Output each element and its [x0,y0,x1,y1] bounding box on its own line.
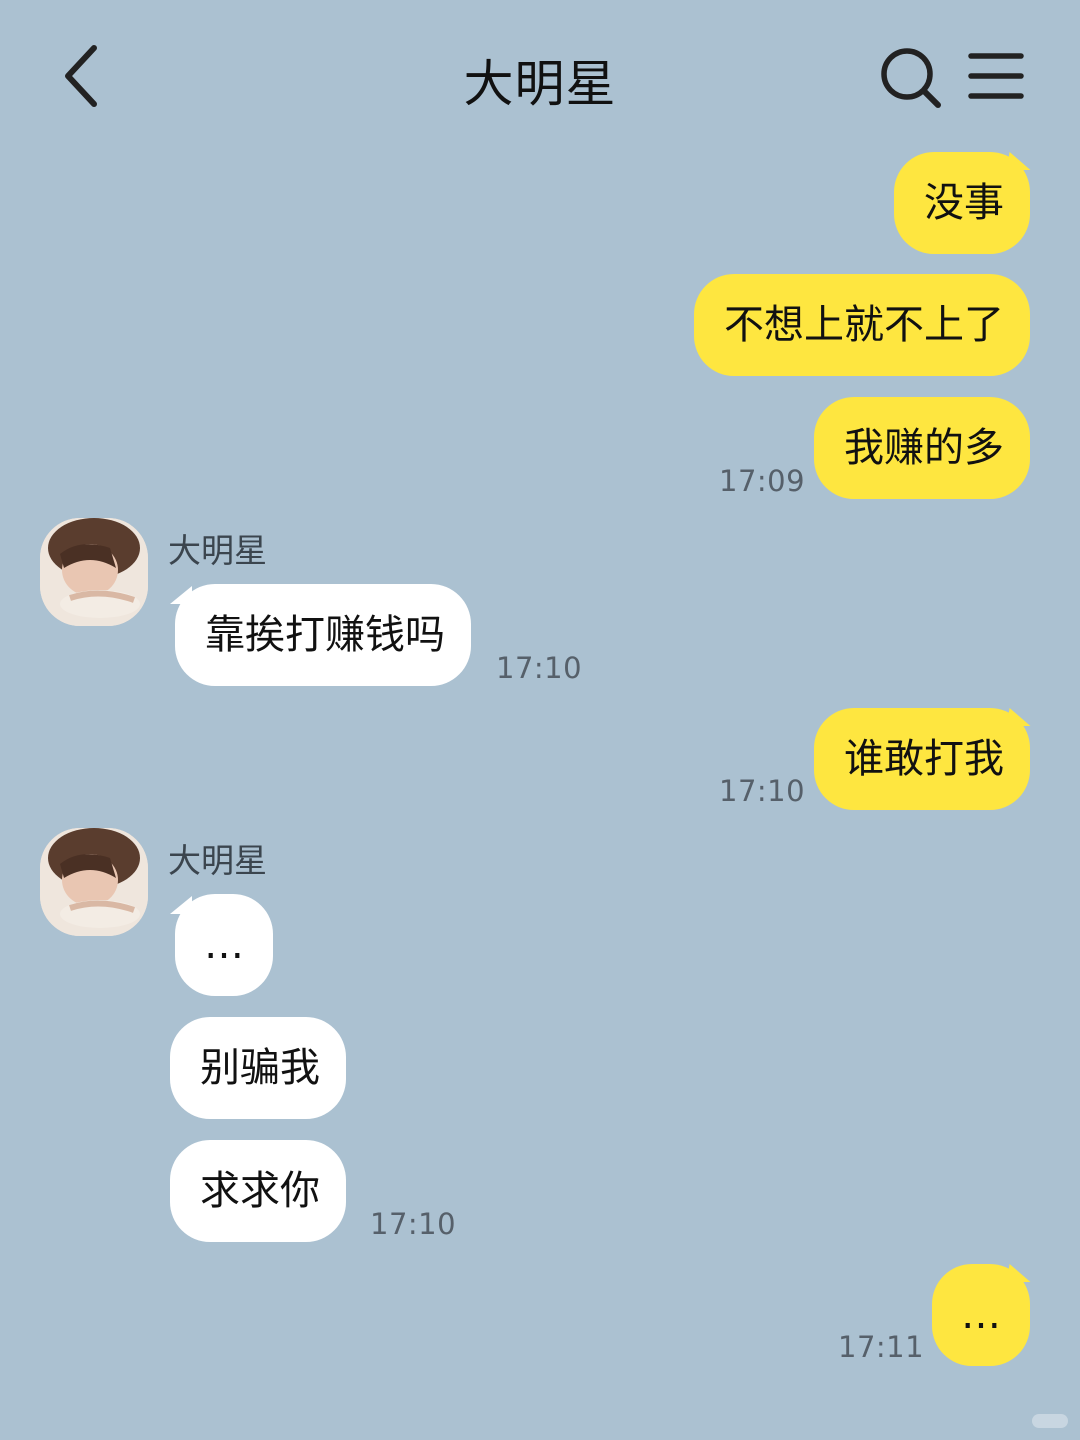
my-message-bubble[interactable]: 没事 [894,152,1030,254]
my-message-bubble[interactable]: 不想上就不上了 [694,274,1030,376]
avatar[interactable] [40,828,148,936]
message-timestamp: 17:10 [496,651,583,685]
sender-name: 大明星 [168,531,267,570]
message-text: 求求你 [200,1168,320,1214]
menu-button[interactable] [965,48,1027,108]
avatar-photo [40,518,148,626]
message-timestamp: 17:10 [370,1207,457,1241]
my-message-bubble[interactable]: 我赚的多 [814,397,1030,499]
menu-icon [968,53,1024,99]
message-text: 靠挨打赚钱吗 [205,612,445,658]
message-timestamp: 17:11 [838,1330,925,1364]
watermark [1032,1414,1068,1428]
message-text: 我赚的多 [844,425,1004,471]
message-text: … [204,922,244,968]
chat-header: 大明星 [0,0,1080,150]
their-message-bubble[interactable]: 靠挨打赚钱吗 [175,584,471,686]
sender-name: 大明星 [168,841,267,880]
their-message-bubble[interactable]: … [175,894,273,996]
search-button[interactable] [875,44,945,114]
message-timestamp: 17:09 [719,464,806,498]
their-message-bubble[interactable]: 别骗我 [170,1017,346,1119]
message-text: 没事 [924,180,1004,226]
search-icon [881,48,941,108]
message-text: 别骗我 [200,1045,320,1091]
avatar[interactable] [40,518,148,626]
message-text: … [961,1292,1001,1338]
avatar-photo [40,828,148,936]
message-text: 谁敢打我 [844,736,1004,782]
message-text: 不想上就不上了 [724,302,1004,348]
my-message-bubble[interactable]: 谁敢打我 [814,708,1030,810]
my-message-bubble[interactable]: … [932,1264,1030,1366]
their-message-bubble[interactable]: 求求你 [170,1140,346,1242]
message-timestamp: 17:10 [719,774,806,808]
